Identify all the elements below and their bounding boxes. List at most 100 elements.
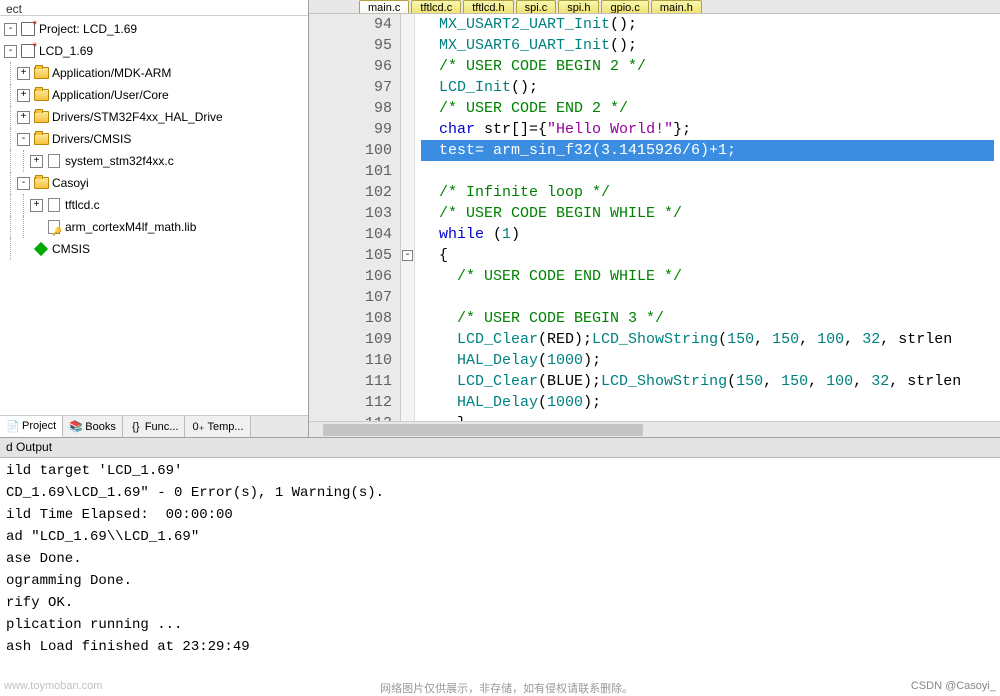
tree-toggle-icon[interactable]: + [17,67,30,80]
line-number: 101 [309,161,392,182]
functions-tab[interactable]: {} Func... [123,416,186,437]
tree-label: arm_cortexM4lf_math.lib [65,220,196,234]
line-number: 95 [309,35,392,56]
code-line[interactable]: /* USER CODE END WHILE */ [421,266,994,287]
file-tab[interactable]: gpio.c [601,0,648,14]
code-line[interactable] [421,161,994,182]
code-line[interactable]: MX_USART2_UART_Init(); [421,14,994,35]
line-number: 105 [309,245,392,266]
file-tab-label: spi.c [525,2,548,14]
line-gutter: 9495969798991001011021031041051061071081… [309,14,401,421]
line-number: 106 [309,266,392,287]
tree-toggle-icon[interactable]: - [17,177,30,190]
tree-node[interactable]: +Drivers/STM32F4xx_HAL_Drive [0,106,308,128]
tree-label: CMSIS [52,242,90,256]
file-tab-label: tftlcd.h [472,2,504,14]
code-body[interactable]: 9495969798991001011021031041051061071081… [309,14,1000,421]
project-header: ect [0,0,308,16]
file-tab-label: main.c [368,2,400,14]
code-line[interactable]: while (1) [421,224,994,245]
collapse-icon[interactable]: - [4,45,17,58]
code-line[interactable]: HAL_Delay(1000); [421,392,994,413]
file-tab[interactable]: tftlcd.h [463,0,513,14]
folder-icon [33,175,49,191]
file-tab-bar: main.c tftlcd.c tftlcd.h spi.c spi.hgpio.c ma… [309,0,1000,14]
folder-icon [33,65,49,81]
device-icon [20,43,36,59]
scrollbar-thumb[interactable] [323,424,643,436]
tree-node[interactable]: +tftlcd.c [0,194,308,216]
code-line[interactable]: /* USER CODE BEGIN 2 */ [421,56,994,77]
code-line[interactable]: } [421,413,994,421]
target-root-row[interactable]: - LCD_1.69 [0,40,308,62]
line-number: 103 [309,203,392,224]
code-line[interactable]: LCD_Init(); [421,77,994,98]
file-tab[interactable]: tftlcd.c [411,0,461,14]
folder-icon [33,109,49,125]
fold-column: - [401,14,415,421]
code-line[interactable]: test= arm_sin_f32(3.1415926/6)+1; [421,140,994,161]
code-line[interactable]: char str[]={"Hello World!"}; [421,119,994,140]
output-line: ase Done. [6,548,994,570]
file-tab-label: tftlcd.c [420,2,452,14]
tree-node[interactable]: +system_stm32f4xx.c [0,150,308,172]
file-tab-label: main.h [660,2,693,14]
main-area: ect - Project: LCD_1.69 - LCD_1.69 +Appl… [0,0,1000,438]
func-tab-icon: {} [129,420,143,434]
line-number: 104 [309,224,392,245]
file-tab[interactable]: spi.c [516,0,557,14]
file-icon [46,197,62,213]
books-tab-icon: 📚 [69,420,83,434]
code-line[interactable]: { [421,245,994,266]
line-number: 96 [309,56,392,77]
file-tab[interactable]: main.h [651,0,702,14]
folder-icon [33,87,49,103]
code-line[interactable]: LCD_Clear(BLUE);LCD_ShowString(150, 150,… [421,371,994,392]
tree-node[interactable]: - Drivers/CMSIS [0,128,308,150]
tree-node[interactable]: arm_cortexM4lf_math.lib [0,216,308,238]
tree-node[interactable]: -Casoyi [0,172,308,194]
line-number: 100 [309,140,392,161]
templates-tab[interactable]: 0₊ Temp... [185,416,250,437]
project-tree[interactable]: - Project: LCD_1.69 - LCD_1.69 +Applicat… [0,16,308,415]
code-line[interactable]: /* USER CODE END 2 */ [421,98,994,119]
build-output-body[interactable]: ild target 'LCD_1.69'CD_1.69\LCD_1.69" -… [0,458,1000,696]
line-number: 97 [309,77,392,98]
line-number: 98 [309,98,392,119]
file-tab[interactable]: spi.h [558,0,599,14]
diamond-icon [33,241,49,257]
line-number: 102 [309,182,392,203]
line-number: 112 [309,392,392,413]
output-line: ad "LCD_1.69\\LCD_1.69" [6,526,994,548]
code-line[interactable]: /* Infinite loop */ [421,182,994,203]
code-line[interactable]: HAL_Delay(1000); [421,350,994,371]
project-tab[interactable]: 📄 Project [0,416,63,437]
horizontal-scrollbar[interactable] [309,421,1000,437]
project-root-row[interactable]: - Project: LCD_1.69 [0,18,308,40]
tree-toggle-icon[interactable]: + [30,199,43,212]
tree-toggle-icon[interactable]: + [17,89,30,102]
tree-toggle-icon[interactable]: - [17,133,30,146]
line-number: 99 [309,119,392,140]
tree-node[interactable]: +Application/MDK-ARM [0,62,308,84]
collapse-icon[interactable]: - [4,23,17,36]
code-line[interactable]: LCD_Clear(RED);LCD_ShowString(150, 150, … [421,329,994,350]
tree-toggle-icon[interactable]: + [17,111,30,124]
code-line[interactable]: /* USER CODE BEGIN 3 */ [421,308,994,329]
target-root-label: LCD_1.69 [39,44,93,58]
line-number: 111 [309,371,392,392]
project-root-label: Project: LCD_1.69 [39,22,137,36]
tree-node[interactable]: CMSIS [0,238,308,260]
code-line[interactable] [421,287,994,308]
books-tab[interactable]: 📚 Books [63,416,123,437]
tree-toggle-icon[interactable]: + [30,155,43,168]
code-line[interactable]: /* USER CODE BEGIN WHILE */ [421,203,994,224]
file-key-icon [46,219,62,235]
code-line[interactable]: MX_USART6_UART_Init(); [421,35,994,56]
build-output-panel: d Output ild target 'LCD_1.69'CD_1.69\LC… [0,438,1000,696]
code-text[interactable]: MX_USART2_UART_Init(); MX_USART6_UART_In… [415,14,1000,421]
file-tab[interactable]: main.c [359,0,409,14]
fold-toggle-icon[interactable]: - [402,250,413,261]
tree-label: Drivers/CMSIS [52,132,131,146]
tree-node[interactable]: +Application/User/Core [0,84,308,106]
